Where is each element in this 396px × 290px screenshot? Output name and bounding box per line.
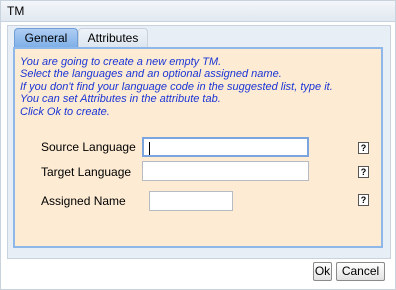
- title-bar[interactable]: TM: [1, 1, 395, 22]
- intro-line: You can set Attributes in the attribute …: [20, 93, 221, 106]
- source-language-label: Source Language: [41, 140, 136, 154]
- source-language-help-icon[interactable]: ?: [358, 142, 369, 154]
- intro-line: If you don't find your language code in …: [20, 80, 333, 93]
- text-caret: [149, 142, 150, 155]
- ok-button[interactable]: Ok: [313, 262, 332, 281]
- target-language-label: Target Language: [41, 165, 132, 179]
- intro-line: Select the languages and an optional ass…: [20, 68, 282, 81]
- assigned-name-field[interactable]: [149, 191, 233, 211]
- target-language-help-icon[interactable]: ?: [358, 166, 369, 178]
- assigned-name-help-icon[interactable]: ?: [358, 194, 369, 206]
- target-language-field[interactable]: [142, 161, 309, 181]
- tab-attributes[interactable]: Attributes: [78, 28, 148, 47]
- intro-line: You are going to create a new empty TM.: [20, 56, 222, 68]
- cancel-button[interactable]: Cancel: [336, 262, 385, 281]
- tab-general[interactable]: General: [14, 28, 78, 47]
- assigned-name-label: Assigned Name: [41, 194, 126, 208]
- intro-line: Click Ok to create.: [20, 105, 110, 118]
- source-language-field[interactable]: [142, 137, 309, 157]
- intro-text: You are going to create a new empty TM. …: [20, 56, 380, 118]
- window-title: TM: [7, 4, 25, 18]
